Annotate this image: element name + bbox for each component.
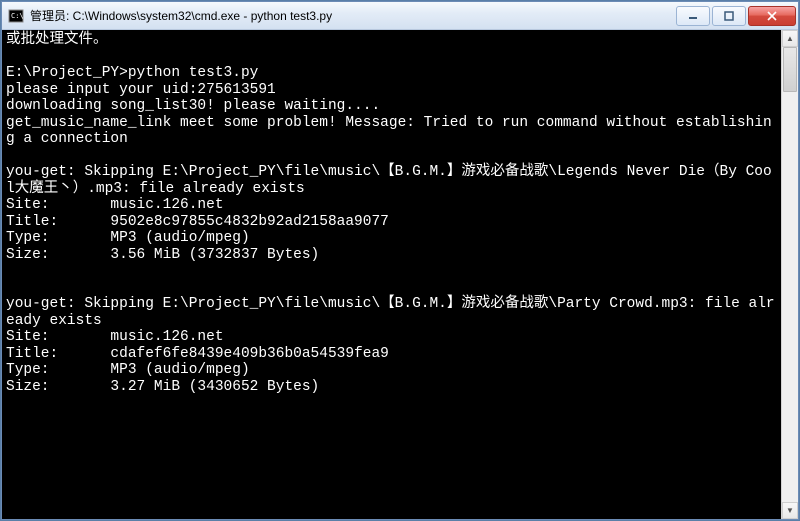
maximize-button[interactable] — [712, 6, 746, 26]
cmd-icon: C:\ — [8, 8, 24, 24]
vertical-scrollbar[interactable]: ▲ ▼ — [781, 30, 798, 519]
minimize-button[interactable] — [676, 6, 710, 26]
scrollbar-thumb[interactable] — [783, 47, 797, 92]
scrollbar-track[interactable] — [782, 47, 798, 502]
window-buttons — [674, 6, 796, 26]
terminal-output[interactable]: 或批处理文件。 E:\Project_PY>python test3.py pl… — [2, 30, 781, 519]
window-frame: C:\ 管理员: C:\Windows\system32\cmd.exe - p… — [1, 1, 799, 520]
titlebar[interactable]: C:\ 管理员: C:\Windows\system32\cmd.exe - p… — [2, 2, 798, 30]
scroll-down-arrow-icon[interactable]: ▼ — [782, 502, 798, 519]
svg-text:C:\: C:\ — [11, 12, 24, 20]
window-title: 管理员: C:\Windows\system32\cmd.exe - pytho… — [30, 7, 674, 24]
close-button[interactable] — [748, 6, 796, 26]
terminal-container: 或批处理文件。 E:\Project_PY>python test3.py pl… — [2, 30, 798, 519]
scroll-up-arrow-icon[interactable]: ▲ — [782, 30, 798, 47]
